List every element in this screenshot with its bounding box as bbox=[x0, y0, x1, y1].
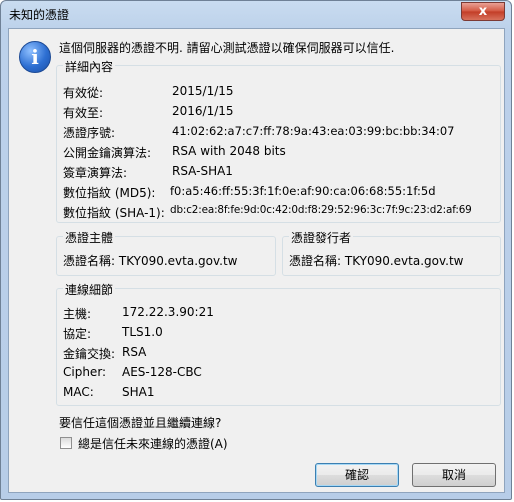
details-label-pubkey-alg: 公開金鑰演算法: bbox=[63, 146, 152, 160]
cancel-button[interactable]: 取消 bbox=[412, 463, 496, 487]
details-label-sig-alg: 簽章演算法: bbox=[63, 166, 128, 180]
details-value-md5: f0:a5:46:ff:55:3f:1f:0e:af:90:ca:06:68:5… bbox=[170, 184, 436, 198]
always-trust-label[interactable]: 總是信任未來連線的憑證(A) bbox=[78, 435, 228, 452]
details-group: 詳細內容 有效從: 2015/1/15 有效至: 2016/1/15 憑證序號:… bbox=[56, 58, 501, 223]
connection-label-cipher: Cipher: bbox=[63, 365, 107, 379]
details-value-valid-from: 2015/1/15 bbox=[172, 84, 234, 98]
connection-label-key-exchange: 金鑰交換: bbox=[63, 347, 116, 361]
details-value-sha1: db:c2:ea:8f:fe:9d:0c:42:0d:f8:29:52:96:3… bbox=[170, 204, 472, 216]
info-icon: i bbox=[19, 41, 51, 73]
connection-value-key-exchange: RSA bbox=[122, 345, 147, 359]
issuer-name: 憑證名稱: TKY090.evta.gov.tw bbox=[289, 254, 464, 268]
details-value-sig-alg: RSA-SHA1 bbox=[172, 164, 233, 178]
issuer-group-title: 憑證發行者 bbox=[289, 229, 354, 246]
details-label-serial: 憑證序號: bbox=[63, 126, 116, 140]
window-title: 未知的憑證 bbox=[9, 8, 70, 22]
connection-group-title: 連線細節 bbox=[63, 281, 116, 298]
details-label-md5: 數位指紋 (MD5): bbox=[63, 186, 156, 200]
connection-label-protocol: 協定: bbox=[63, 327, 92, 341]
connection-value-protocol: TLS1.0 bbox=[122, 325, 163, 339]
subject-group: 憑證主體 憑證名稱: TKY090.evta.gov.tw bbox=[56, 229, 276, 276]
close-button[interactable]: x bbox=[461, 2, 505, 21]
always-trust-checkbox[interactable] bbox=[60, 437, 72, 449]
details-value-pubkey-alg: RSA with 2048 bits bbox=[172, 144, 286, 158]
connection-label-mac: MAC: bbox=[63, 385, 94, 399]
connection-value-host: 172.22.3.90:21 bbox=[122, 305, 214, 319]
connection-group: 連線細節 主機: 172.22.3.90:21 協定: TLS1.0 金鑰交換:… bbox=[56, 281, 501, 406]
connection-value-mac: SHA1 bbox=[122, 385, 155, 399]
details-group-title: 詳細內容 bbox=[63, 58, 116, 75]
details-label-sha1: 數位指紋 (SHA-1): bbox=[63, 206, 165, 220]
dialog-window: 未知的憑證 x i 這個伺服器的憑證不明. 請留心測試憑證以確保伺服器可以信任.… bbox=[0, 0, 512, 500]
details-value-valid-to: 2016/1/15 bbox=[172, 104, 234, 118]
details-label-valid-from: 有效從: bbox=[63, 86, 104, 100]
details-value-serial: 41:02:62:a7:c7:ff:78:9a:43:ea:03:99:bc:b… bbox=[172, 124, 455, 138]
message-text: 這個伺服器的憑證不明. 請留心測試憑證以確保伺服器可以信任. bbox=[59, 41, 395, 55]
title-bar: 未知的憑證 x bbox=[1, 1, 511, 27]
connection-value-cipher: AES-128-CBC bbox=[122, 365, 202, 379]
dialog-body: i 這個伺服器的憑證不明. 請留心測試憑證以確保伺服器可以信任. 詳細內容 有效… bbox=[8, 28, 505, 493]
trust-question: 要信任這個憑證並且繼續連線? bbox=[59, 416, 222, 430]
subject-group-title: 憑證主體 bbox=[63, 229, 116, 246]
connection-label-host: 主機: bbox=[63, 307, 92, 321]
subject-name: 憑證名稱: TKY090.evta.gov.tw bbox=[63, 254, 238, 268]
details-label-valid-to: 有效至: bbox=[63, 106, 104, 120]
ok-button[interactable]: 確認 bbox=[315, 463, 399, 487]
issuer-group: 憑證發行者 憑證名稱: TKY090.evta.gov.tw bbox=[282, 229, 501, 276]
